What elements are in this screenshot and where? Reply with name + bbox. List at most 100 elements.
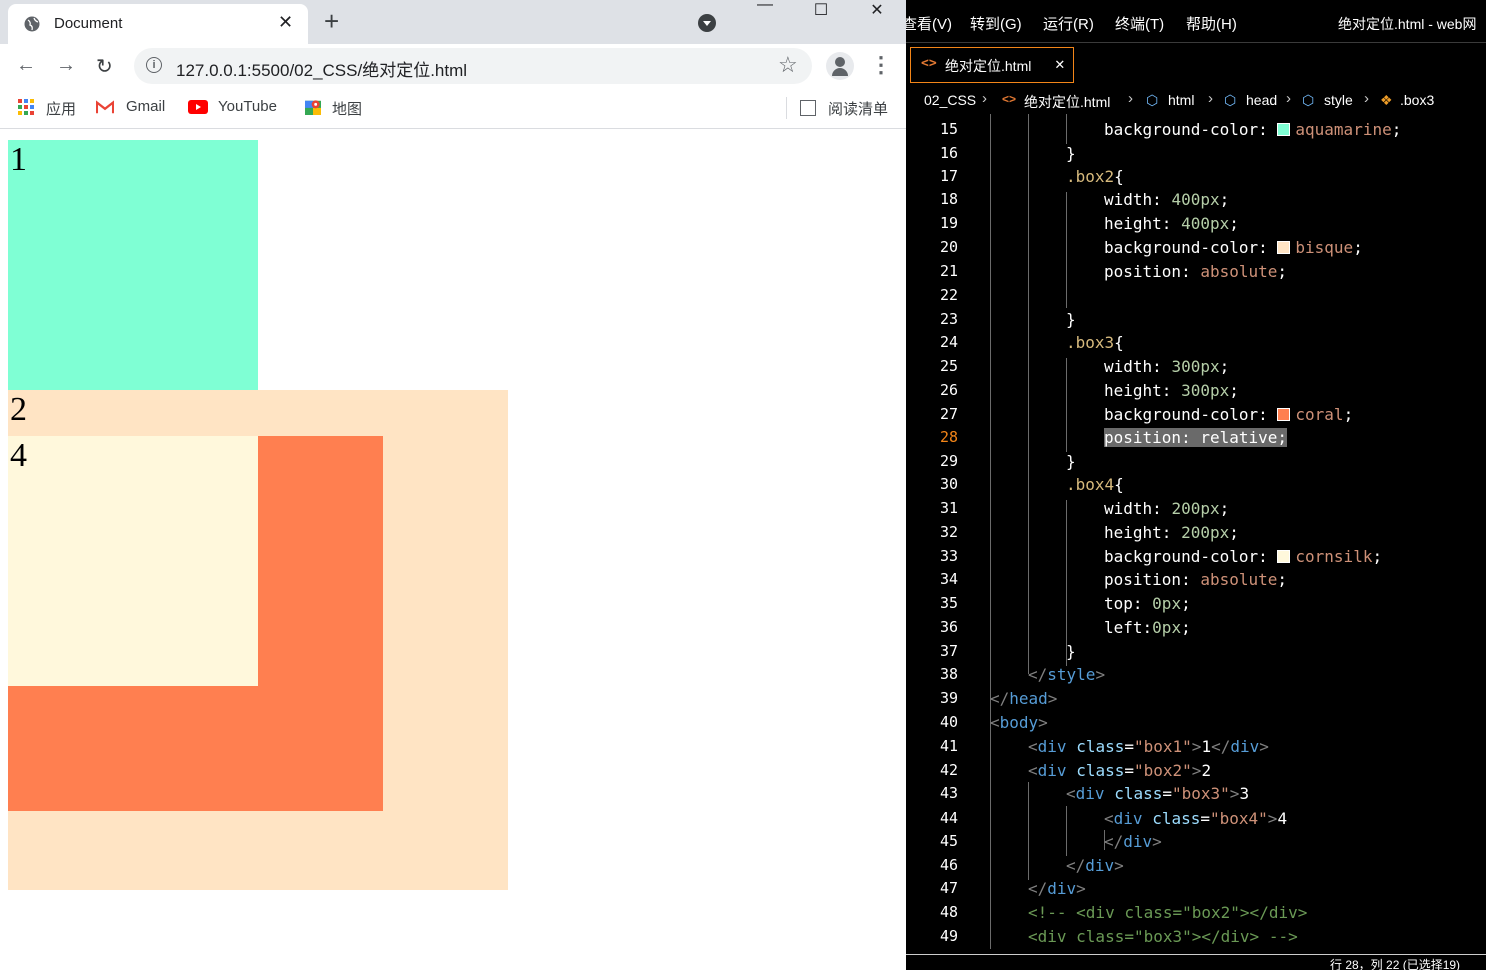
- editor-tab-label: 绝对定位.html: [945, 58, 1032, 74]
- code-line: .box2{: [1066, 167, 1124, 186]
- line-number: 32: [939, 523, 958, 541]
- code-line: </div>: [1066, 856, 1124, 875]
- gmail-icon[interactable]: [96, 99, 114, 115]
- code-line: background-color: aquamarine;: [1104, 120, 1402, 139]
- element-cube-icon: ⬡: [1146, 92, 1159, 108]
- back-arrow-icon[interactable]: ←: [16, 54, 36, 77]
- color-swatch: [1277, 408, 1291, 421]
- line-number: 37: [939, 642, 958, 660]
- line-number: 16: [939, 144, 958, 162]
- chevron-right-icon: ›: [1286, 90, 1291, 107]
- apps-grid-icon[interactable]: [18, 99, 36, 115]
- line-number: 29: [939, 452, 958, 470]
- line-number: 47: [939, 879, 958, 897]
- breadcrumb-file[interactable]: 绝对定位.html: [1024, 92, 1110, 112]
- cursor-position[interactable]: 行 28，列 22 (已选择19): [1330, 956, 1460, 970]
- tab-search-icon[interactable]: [698, 14, 716, 32]
- line-number: 25: [939, 357, 958, 375]
- bookmark-maps[interactable]: 地图: [332, 98, 362, 119]
- line-number: 18: [939, 190, 958, 208]
- editor-tab-active[interactable]: <> 绝对定位.html ✕: [910, 47, 1074, 83]
- browser-window: Document ✕ + — ☐ ✕ ← → ↻ i 127.0.0.1:550…: [0, 0, 906, 970]
- menu-dots-icon[interactable]: ⋮: [870, 52, 892, 78]
- chevron-right-icon: ›: [982, 90, 987, 107]
- line-number: 22: [939, 286, 958, 304]
- code-area[interactable]: 15 16 17 18 19 20 21 22 23 24 25 26 27 28 29 30 31 32 33 34…: [906, 114, 1486, 954]
- menu-help[interactable]: 帮助(H): [1186, 13, 1237, 34]
- code-line: }: [1066, 642, 1076, 661]
- menu-terminal[interactable]: 终端(T): [1115, 13, 1164, 34]
- box4-label: 4: [10, 437, 27, 474]
- code-line: }: [1066, 310, 1076, 329]
- minimize-icon[interactable]: —: [742, 0, 788, 18]
- box1: 1: [8, 140, 258, 390]
- reload-icon[interactable]: ↻: [96, 54, 113, 79]
- breadcrumb-selector[interactable]: .box3: [1400, 92, 1434, 108]
- code-line: .box3{: [1066, 333, 1124, 352]
- bookmark-apps[interactable]: 应用: [46, 98, 76, 119]
- breadcrumb-style[interactable]: style: [1324, 92, 1353, 108]
- page-viewport: 1 2 4: [0, 130, 906, 970]
- line-number: 44: [939, 809, 958, 827]
- html-file-icon: <>: [1002, 92, 1017, 106]
- code-line: <div class="box1">1</div>: [1028, 737, 1269, 756]
- tab-document[interactable]: Document ✕: [8, 4, 308, 44]
- browser-toolbar: ← → ↻ i 127.0.0.1:5500/02_CSS/绝对定位.html …: [0, 44, 906, 88]
- line-number: 49: [939, 927, 958, 945]
- line-number: 35: [939, 594, 958, 612]
- site-info-icon[interactable]: i: [146, 57, 162, 73]
- line-number: 27: [939, 405, 958, 423]
- bookmark-star-icon[interactable]: ☆: [778, 52, 798, 78]
- line-number: 21: [939, 262, 958, 280]
- code-line: height: 200px;: [1104, 523, 1239, 542]
- color-swatch: [1277, 550, 1291, 563]
- element-cube-icon: ⬡: [1302, 92, 1315, 108]
- address-bar[interactable]: i 127.0.0.1:5500/02_CSS/绝对定位.html ☆: [134, 48, 812, 84]
- code-line-selected: position: relative;: [1104, 428, 1288, 447]
- breadcrumb-folder[interactable]: 02_CSS: [924, 92, 976, 108]
- color-swatch: [1277, 123, 1291, 136]
- code-line: </style>: [1028, 665, 1106, 684]
- code-line: <!-- <div class="box2"></div>: [1028, 903, 1308, 922]
- bookmarks-bar: 应用 Gmail YouTube 地图 阅读清单: [0, 88, 906, 129]
- new-tab-button[interactable]: +: [324, 6, 339, 37]
- menu-goto[interactable]: 转到(G): [970, 13, 1022, 34]
- bookmark-gmail[interactable]: Gmail: [126, 98, 165, 115]
- editor-tabs: <> 绝对定位.html ✕: [906, 42, 1486, 89]
- code-line: }: [1066, 452, 1076, 471]
- box4: 4: [8, 436, 258, 686]
- line-number: 30: [939, 475, 958, 493]
- line-number: 24: [939, 333, 958, 351]
- window-close-icon[interactable]: ✕: [854, 0, 900, 22]
- line-number: 41: [939, 737, 958, 755]
- maps-icon[interactable]: [304, 99, 322, 115]
- line-number: 26: [939, 381, 958, 399]
- code-line: <div class="box3">3: [1066, 784, 1250, 803]
- code-line: height: 300px;: [1104, 381, 1239, 400]
- profile-avatar[interactable]: [826, 52, 854, 80]
- menu-view[interactable]: 查看(V): [906, 13, 952, 34]
- youtube-icon[interactable]: [188, 100, 208, 114]
- url-text[interactable]: 127.0.0.1:5500/02_CSS/绝对定位.html: [176, 56, 467, 81]
- code-line: background-color: cornsilk;: [1104, 547, 1383, 566]
- code-line: </div>: [1104, 832, 1162, 851]
- menu-run[interactable]: 运行(R): [1043, 13, 1094, 34]
- line-number: 38: [939, 665, 958, 683]
- breadcrumb-html[interactable]: html: [1168, 92, 1194, 108]
- line-number: 20: [939, 238, 958, 256]
- bookmark-reading-list[interactable]: 阅读清单: [828, 98, 888, 119]
- forward-arrow-icon[interactable]: →: [56, 54, 76, 77]
- line-number: 15: [939, 120, 958, 138]
- editor-window-title: 绝对定位.html - web网: [1338, 16, 1477, 32]
- element-cube-icon: ⬡: [1224, 92, 1237, 108]
- breadcrumb-head[interactable]: head: [1246, 92, 1277, 108]
- code-editor: 查看(V) 转到(G) 运行(R) 终端(T) 帮助(H) 绝对定位.html …: [906, 0, 1486, 970]
- line-number: 48: [939, 903, 958, 921]
- maximize-icon[interactable]: ☐: [798, 0, 844, 22]
- code-line: left:0px;: [1104, 618, 1191, 637]
- reading-list-icon[interactable]: [800, 100, 816, 116]
- bookmark-youtube[interactable]: YouTube: [218, 98, 277, 115]
- editor-tab-close-icon[interactable]: ✕: [1055, 54, 1065, 73]
- code-line: position: absolute;: [1104, 570, 1288, 589]
- tab-close-icon[interactable]: ✕: [278, 12, 293, 33]
